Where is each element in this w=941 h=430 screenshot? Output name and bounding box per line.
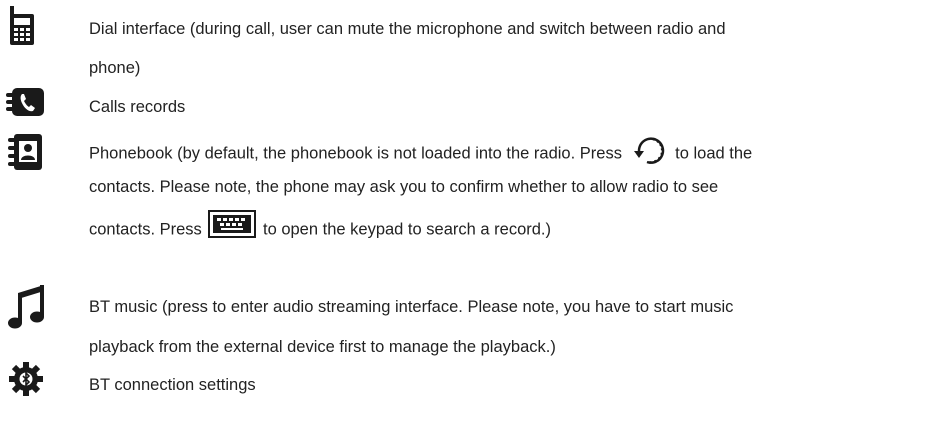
phonebook-text-line3: contacts. Press to open the keypad to se… xyxy=(89,210,551,244)
music-note-icon xyxy=(8,285,46,329)
phonebook-icon xyxy=(8,134,44,172)
bt-connection-settings-text: BT connection settings xyxy=(89,376,256,394)
phonebook-text-line3b: to open the keypad to search a record.) xyxy=(262,220,551,239)
phone-dial-icon xyxy=(8,6,36,46)
call-records-text: Calls records xyxy=(89,98,186,116)
dial-interface-text-line1: Dial interface (during call, user can mu… xyxy=(89,20,726,38)
bt-settings-gear-icon xyxy=(8,361,44,397)
phonebook-text-line2: contacts. Please note, the phone may ask… xyxy=(89,178,719,196)
phonebook-text-line3a: contacts. Press xyxy=(89,220,202,239)
keypad-icon xyxy=(208,210,257,238)
bt-music-text-line1: BT music (press to enter audio streaming… xyxy=(89,298,734,316)
call-records-icon xyxy=(6,88,46,118)
dial-interface-text-line2: phone) xyxy=(89,59,141,77)
bt-music-text-line2: playback from the external device first … xyxy=(89,338,556,356)
phonebook-text-line1: Phonebook (by default, the phonebook is … xyxy=(89,137,752,171)
refresh-icon xyxy=(633,133,667,167)
phonebook-text-line1b: to load the xyxy=(675,144,753,163)
phonebook-text-line1a: Phonebook (by default, the phonebook is … xyxy=(89,144,622,163)
